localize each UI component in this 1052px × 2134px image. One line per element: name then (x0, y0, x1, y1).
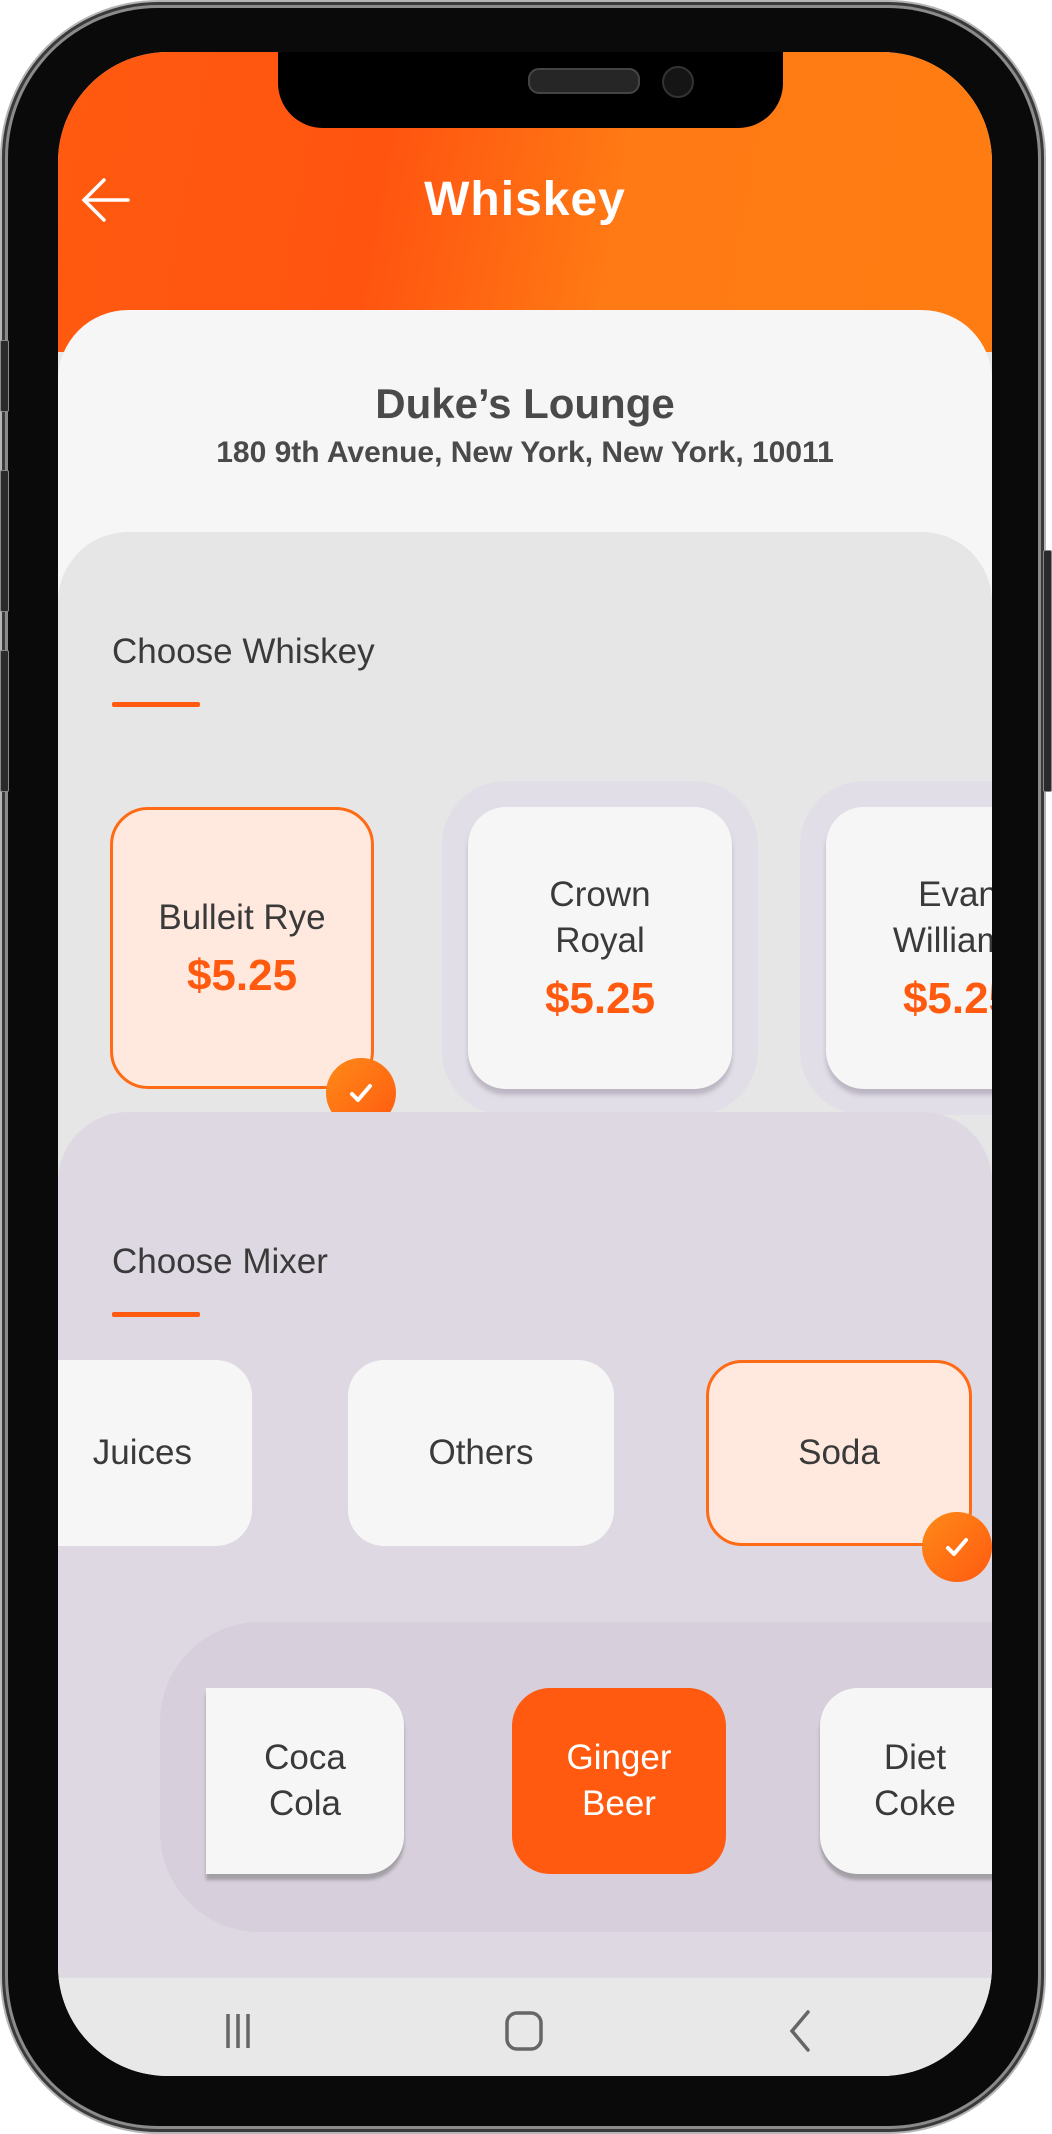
option-label: Ginger (566, 1738, 672, 1777)
system-back-button[interactable] (770, 2006, 830, 2056)
section-underline (112, 1312, 200, 1317)
mixer-option-coca-cola[interactable]: Coca Cola (206, 1688, 404, 1874)
phone-notch (278, 52, 783, 128)
page-title: Whiskey (424, 173, 626, 226)
front-camera (662, 66, 694, 98)
selected-check-badge (922, 1512, 992, 1582)
mixer-section: Choose Mixer Juices Others Soda Coca Cola… (58, 1112, 992, 2072)
phone-screen: Whiskey Duke’s Lounge 180 9th Avenue, Ne… (58, 52, 992, 2076)
section-underline (112, 702, 200, 707)
venue-name: Duke’s Lounge (375, 380, 675, 427)
home-button[interactable] (494, 2006, 554, 2056)
back-icon (789, 2010, 810, 2052)
option-label: Coca (264, 1738, 346, 1777)
system-nav-bar (58, 1977, 992, 2076)
phone-volume-down (0, 650, 9, 792)
recent-apps-icon (226, 2014, 250, 2048)
mixer-category-juices[interactable]: Juices (58, 1360, 252, 1546)
mixer-option-diet-coke[interactable]: Diet Coke (820, 1688, 992, 1874)
option-label-line2: Cola (269, 1784, 341, 1823)
whiskey-card-crown-royal[interactable]: Crown Royal $5.25 (468, 807, 732, 1089)
option-label: Diet (883, 1738, 947, 1777)
phone-power-button (1043, 550, 1052, 792)
whiskey-name-line2: Royal (555, 921, 645, 960)
recent-apps-button[interactable] (208, 2006, 268, 2056)
checkmark-icon (350, 1084, 372, 1102)
whiskey-price: $5.25 (186, 951, 298, 1000)
speaker-grille (528, 68, 640, 94)
home-icon (505, 2011, 543, 2051)
whiskey-name-line2: Williams (892, 921, 992, 960)
mixer-category-others[interactable]: Others (348, 1360, 614, 1546)
venue-address: 180 9th Avenue, New York, New York, 1001… (216, 436, 834, 469)
mixer-category-label: Soda (798, 1433, 880, 1472)
whiskey-name: Crown (549, 875, 651, 914)
whiskey-price: $5.25 (544, 974, 656, 1023)
option-label-line2: Beer (582, 1784, 656, 1823)
mixer-options-container: Coca Cola Ginger Beer Diet Coke (160, 1622, 992, 1932)
mixer-category-soda[interactable]: Soda (706, 1360, 972, 1546)
section-title-whiskey: Choose Whiskey (112, 632, 375, 671)
mixer-category-label: Others (428, 1433, 534, 1472)
whiskey-card-bulleit-rye[interactable]: Bulleit Rye $5.25 (110, 807, 374, 1089)
phone-side-button (0, 340, 9, 412)
mixer-option-ginger-beer[interactable]: Ginger Beer (512, 1688, 726, 1874)
option-label-line2: Coke (874, 1784, 956, 1823)
mixer-category-label: Juices (92, 1433, 192, 1472)
phone-volume-up (0, 470, 9, 612)
section-title-mixer: Choose Mixer (112, 1242, 328, 1281)
checkmark-icon (946, 1538, 968, 1556)
whiskey-card-evan-williams[interactable]: Evan Williams $5.25 (826, 807, 992, 1089)
whiskey-name: Evan (918, 875, 992, 914)
whiskey-name: Bulleit Rye (158, 898, 326, 937)
whiskey-price: $5.25 (902, 974, 992, 1023)
